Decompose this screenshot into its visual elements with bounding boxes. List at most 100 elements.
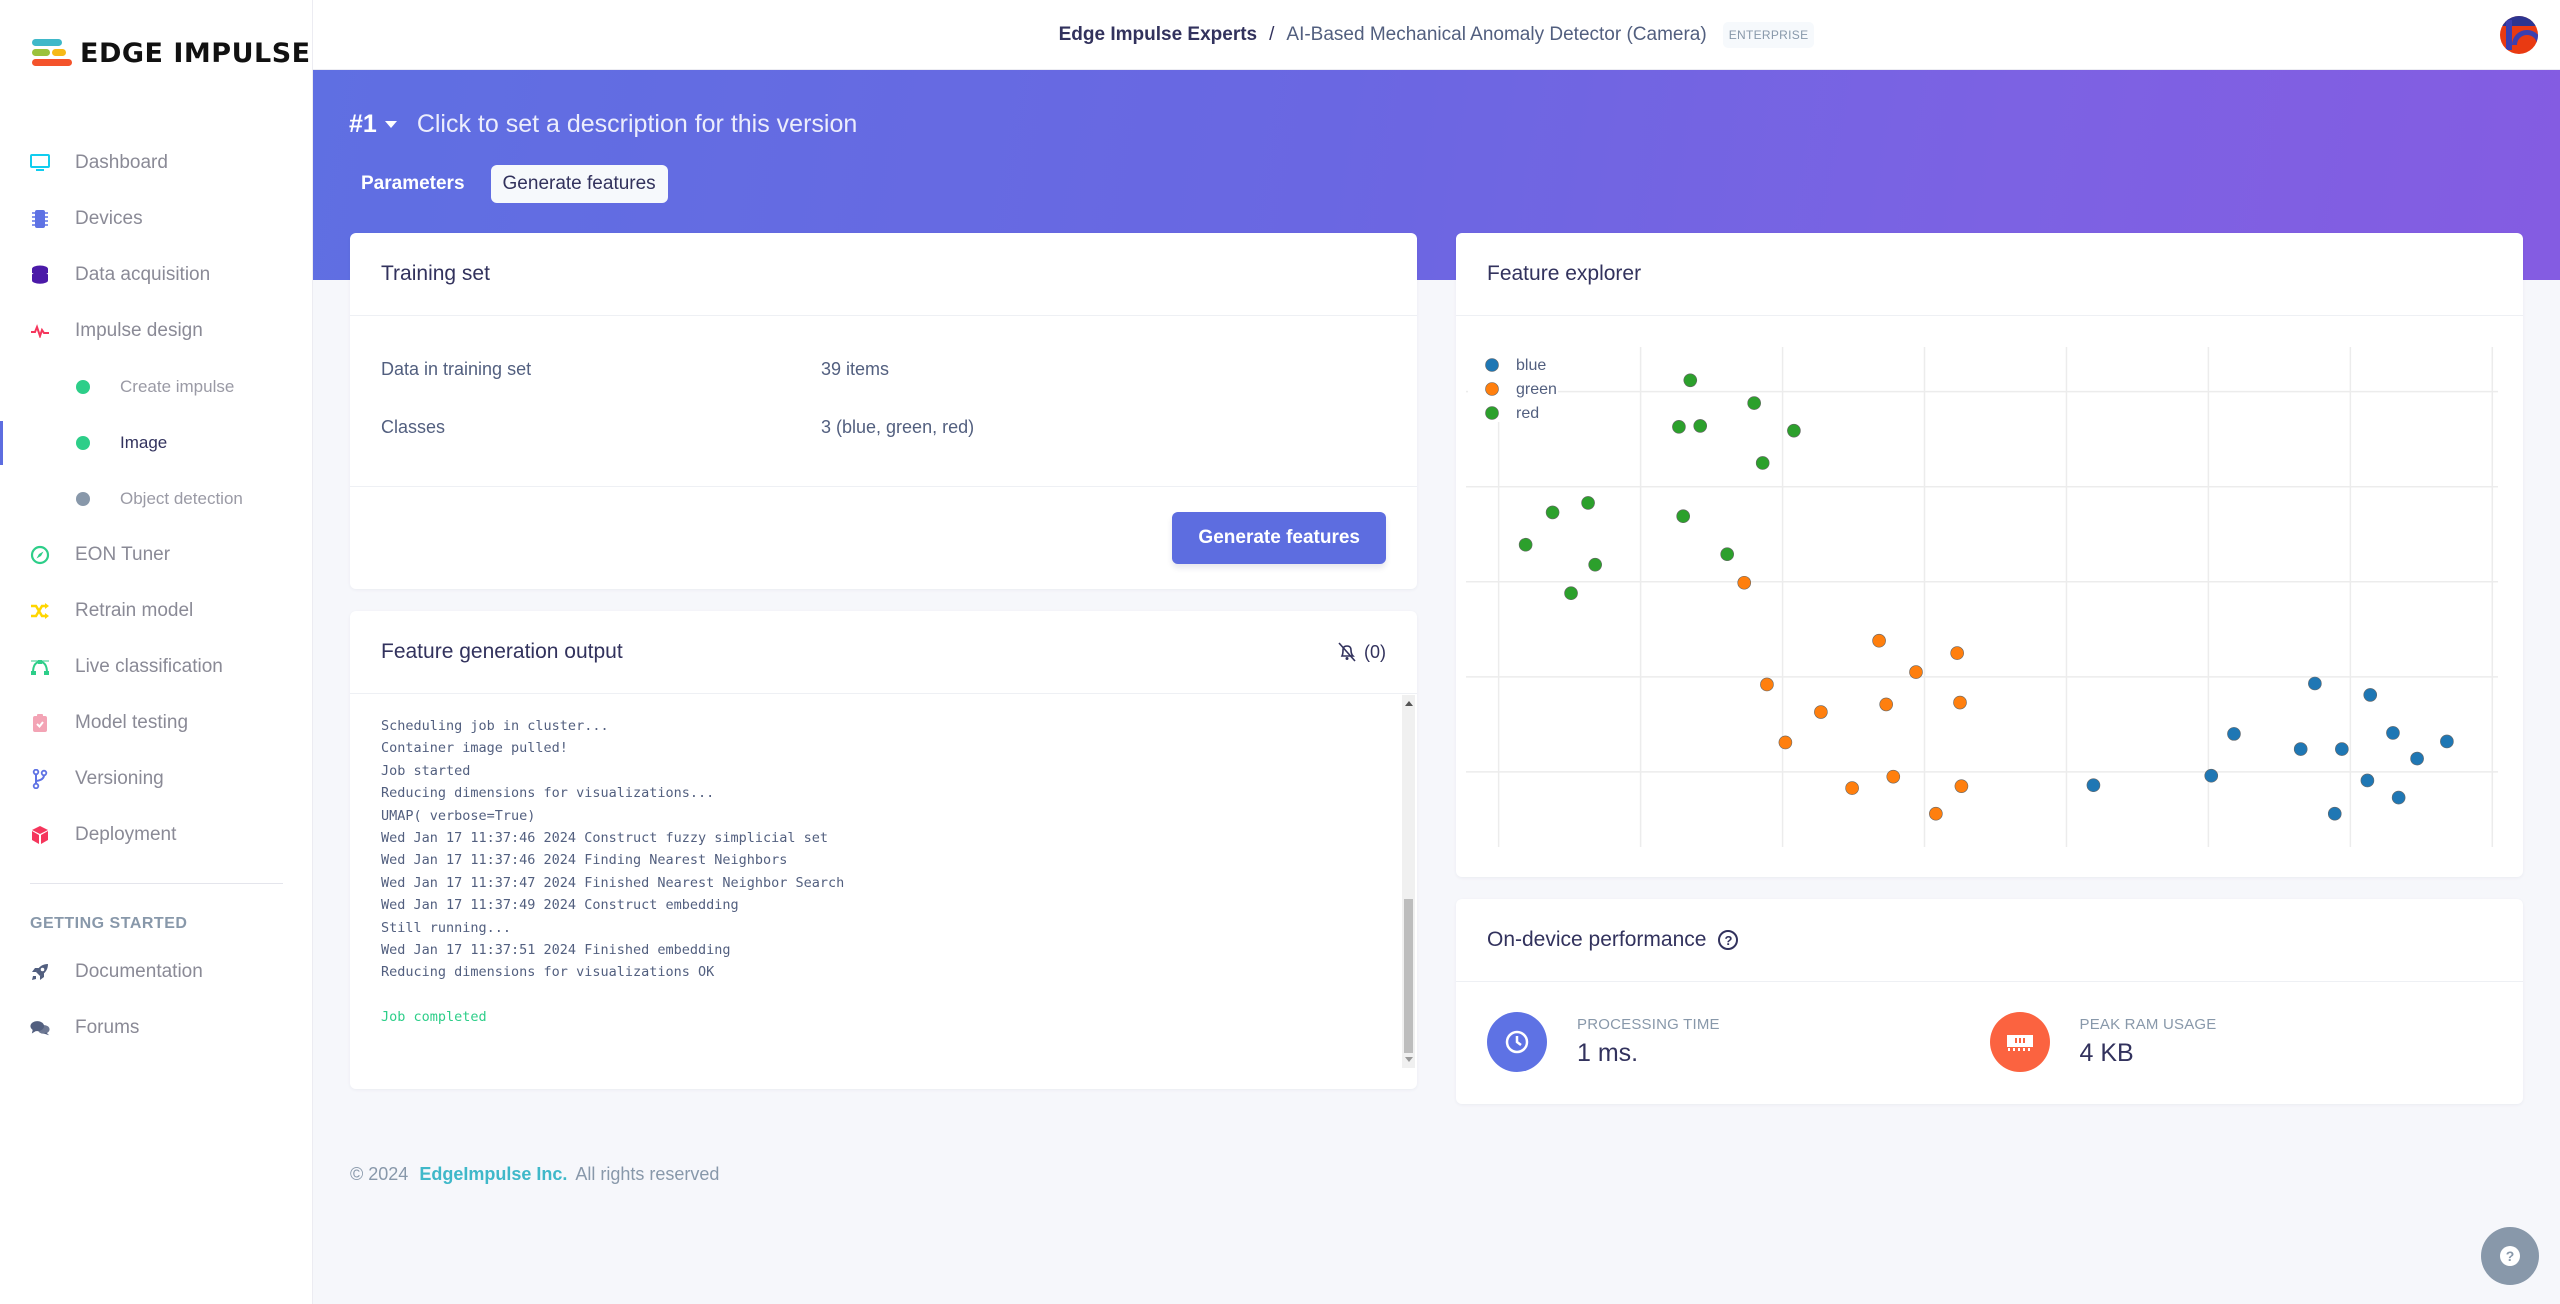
notifications-count: (0) bbox=[1364, 641, 1386, 662]
data-point-green[interactable] bbox=[1760, 677, 1774, 692]
data-point-green[interactable] bbox=[1953, 695, 1967, 710]
cube-icon bbox=[30, 825, 50, 845]
data-point-blue[interactable] bbox=[2410, 751, 2424, 766]
data-point-green[interactable] bbox=[1950, 646, 1964, 660]
legend-label[interactable]: green bbox=[1516, 381, 1557, 398]
data-point-blue[interactable] bbox=[2227, 727, 2241, 741]
scroll-thumb[interactable] bbox=[1404, 899, 1413, 1053]
data-point-green[interactable] bbox=[1886, 769, 1901, 784]
breadcrumb-project[interactable]: AI-Based Mechanical Anomaly Detector (Ca… bbox=[1286, 24, 1706, 46]
compass-icon bbox=[30, 545, 50, 565]
tab-generate-features[interactable]: Generate features bbox=[490, 165, 668, 203]
log-scrollbar[interactable] bbox=[1402, 695, 1415, 1068]
data-point-blue[interactable] bbox=[2308, 676, 2322, 691]
data-point-red[interactable] bbox=[1518, 537, 1533, 552]
data-point-blue[interactable] bbox=[2440, 734, 2454, 749]
log-line: Job started bbox=[381, 762, 471, 779]
sidebar-item-eon-tuner[interactable]: EON Tuner bbox=[0, 527, 313, 583]
data-point-blue[interactable] bbox=[2327, 806, 2342, 821]
data-point-green[interactable] bbox=[1778, 735, 1793, 750]
log-output[interactable]: Scheduling job in cluster... Container im… bbox=[350, 695, 1403, 1067]
data-point-red[interactable] bbox=[1747, 396, 1761, 410]
sidebar-item-documentation[interactable]: Documentation bbox=[0, 944, 313, 1000]
data-point-green[interactable] bbox=[1909, 665, 1923, 679]
data-point-green[interactable] bbox=[1845, 781, 1859, 795]
sidebar-item-devices[interactable]: Devices bbox=[0, 191, 313, 247]
tab-parameters[interactable]: Parameters bbox=[349, 165, 477, 203]
data-point-blue[interactable] bbox=[2391, 790, 2406, 805]
sidebar-item-forums[interactable]: Forums bbox=[0, 1000, 313, 1056]
data-point-green[interactable] bbox=[1954, 779, 1969, 793]
data-point-red[interactable] bbox=[1581, 496, 1595, 510]
data-point-green[interactable] bbox=[1872, 633, 1886, 648]
sidebar-item-image[interactable]: Image bbox=[0, 415, 313, 471]
breadcrumb: Edge Impulse Experts / AI-Based Mechanic… bbox=[1059, 21, 1815, 48]
breadcrumb-org[interactable]: Edge Impulse Experts bbox=[1059, 24, 1258, 46]
sidebar-item-impulse-design[interactable]: Impulse design bbox=[0, 303, 313, 359]
legend-label[interactable]: blue bbox=[1516, 357, 1546, 374]
metric-label: PROCESSING TIME bbox=[1577, 1016, 1720, 1033]
data-point-red[interactable] bbox=[1676, 509, 1690, 524]
sidebar-item-dashboard[interactable]: Dashboard bbox=[0, 135, 313, 191]
sidebar-item-retrain-model[interactable]: Retrain model bbox=[0, 583, 313, 639]
data-point-red[interactable] bbox=[1545, 505, 1560, 520]
data-point-red[interactable] bbox=[1672, 420, 1686, 434]
data-point-red[interactable] bbox=[1693, 419, 1708, 433]
generate-features-button[interactable]: Generate features bbox=[1172, 512, 1386, 564]
legend-label[interactable]: red bbox=[1516, 405, 1539, 422]
company-link[interactable]: EdgeImpulse Inc. bbox=[419, 1164, 567, 1184]
status-dot-icon bbox=[76, 492, 90, 506]
data-point-blue[interactable] bbox=[2293, 742, 2308, 756]
sidebar-item-model-testing[interactable]: Model testing bbox=[0, 695, 313, 751]
scroll-up-icon[interactable] bbox=[1405, 701, 1413, 706]
version-number[interactable]: #1 bbox=[349, 110, 377, 139]
sidebar-nav: Dashboard Devices Data acquisition Impul… bbox=[0, 135, 313, 1056]
sidebar-item-deployment[interactable]: Deployment bbox=[0, 807, 313, 863]
database-icon bbox=[30, 265, 50, 285]
data-point-blue[interactable] bbox=[2204, 768, 2219, 783]
question-circle-icon[interactable]: ? bbox=[1718, 930, 1739, 950]
data-point-red[interactable] bbox=[1755, 456, 1770, 470]
data-point-red[interactable] bbox=[1683, 373, 1698, 388]
sidebar-item-object-detection[interactable]: Object detection bbox=[0, 471, 313, 527]
data-point-blue[interactable] bbox=[2335, 742, 2349, 756]
sidebar-item-label: Create impulse bbox=[120, 377, 235, 396]
help-button[interactable]: ? bbox=[2481, 1227, 2539, 1285]
sidebar-item-data-acquisition[interactable]: Data acquisition bbox=[0, 247, 313, 303]
scroll-down-icon[interactable] bbox=[1405, 1057, 1413, 1062]
data-point-red[interactable] bbox=[1720, 547, 1734, 562]
logo[interactable]: EDGE IMPULSE bbox=[30, 38, 311, 69]
data-point-green[interactable] bbox=[1737, 575, 1752, 590]
legend-marker[interactable] bbox=[1485, 406, 1499, 420]
feature-explorer-card: Feature explorer blue green red bbox=[1456, 233, 2523, 877]
feature-generation-output-card: Feature generation output (0) Scheduling… bbox=[350, 611, 1417, 1089]
sidebar-item-live-classification[interactable]: Live classification bbox=[0, 639, 313, 695]
metric-label: PEAK RAM USAGE bbox=[2079, 1016, 2217, 1033]
data-point-red[interactable] bbox=[1588, 557, 1602, 572]
data-point-green[interactable] bbox=[1814, 705, 1828, 719]
data-point-red[interactable] bbox=[1564, 586, 1578, 600]
data-point-red[interactable] bbox=[1787, 423, 1801, 438]
info-key: Data in training set bbox=[381, 358, 532, 379]
legend-marker[interactable] bbox=[1485, 358, 1499, 372]
data-point-green[interactable] bbox=[1929, 806, 1943, 821]
data-point-green[interactable] bbox=[1879, 697, 1893, 712]
info-value: 39 items bbox=[821, 358, 890, 379]
sidebar-item-create-impulse[interactable]: Create impulse bbox=[0, 359, 313, 415]
log-line: Still running... bbox=[381, 919, 512, 936]
card-title: Feature explorer bbox=[1456, 233, 2523, 316]
avatar[interactable] bbox=[2500, 16, 2538, 54]
log-line-success: Job completed bbox=[381, 1009, 487, 1026]
top-bar: Edge Impulse Experts / AI-Based Mechanic… bbox=[313, 0, 2560, 70]
feature-scatter-plot[interactable]: blue green red bbox=[1456, 317, 2523, 877]
data-point-blue[interactable] bbox=[2386, 726, 2400, 740]
notifications-toggle[interactable]: (0) bbox=[1336, 642, 1386, 663]
version-description[interactable]: Click to set a description for this vers… bbox=[417, 110, 857, 139]
data-point-blue[interactable] bbox=[2360, 773, 2375, 788]
sidebar-item-versioning[interactable]: Versioning bbox=[0, 751, 313, 807]
caret-down-icon[interactable] bbox=[384, 121, 397, 128]
info-row: Data in training set 39 items bbox=[350, 340, 1417, 398]
legend-marker[interactable] bbox=[1485, 382, 1499, 396]
data-point-blue[interactable] bbox=[2363, 688, 2378, 702]
data-point-blue[interactable] bbox=[2086, 778, 2101, 793]
